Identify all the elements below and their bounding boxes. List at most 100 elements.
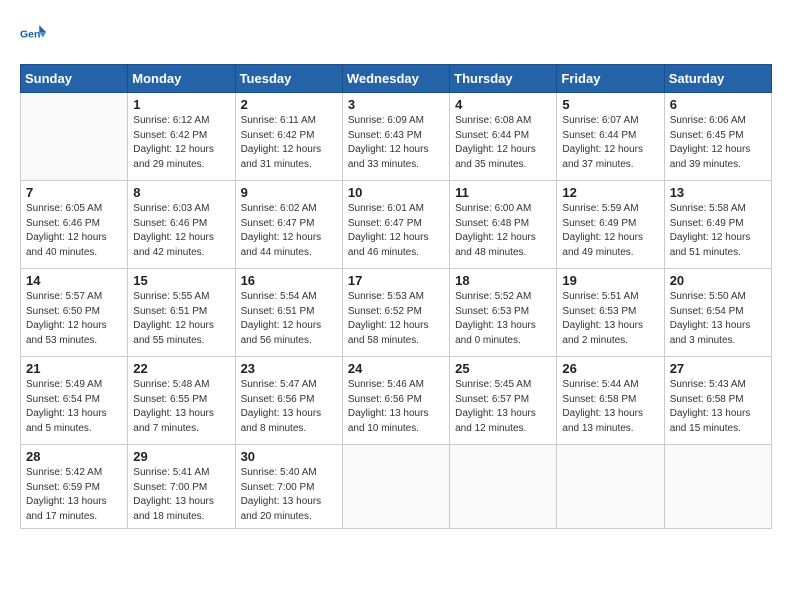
day-info: Sunrise: 5:45 AM Sunset: 6:57 PM Dayligh… xyxy=(455,378,551,436)
calendar-cell: 28 Sunrise: 5:42 AM Sunset: 6:59 PM Dayli… xyxy=(21,445,128,529)
calendar-cell xyxy=(450,445,557,529)
day-info: Sunrise: 5:49 AM Sunset: 6:54 PM Dayligh… xyxy=(26,378,122,436)
calendar-cell: 25 Sunrise: 5:45 AM Sunset: 6:57 PM Dayli… xyxy=(450,357,557,445)
day-number: 16 xyxy=(241,273,337,288)
day-number: 25 xyxy=(455,361,551,376)
day-number: 3 xyxy=(348,97,444,112)
calendar-cell: 12 Sunrise: 5:59 AM Sunset: 6:49 PM Dayli… xyxy=(557,181,664,269)
day-number: 22 xyxy=(133,361,229,376)
calendar-cell: 9 Sunrise: 6:02 AM Sunset: 6:47 PM Daylig… xyxy=(235,181,342,269)
calendar-cell xyxy=(664,445,771,529)
day-info: Sunrise: 6:05 AM Sunset: 6:46 PM Dayligh… xyxy=(26,202,122,260)
day-info: Sunrise: 5:44 AM Sunset: 6:58 PM Dayligh… xyxy=(562,378,658,436)
calendar-cell: 2 Sunrise: 6:11 AM Sunset: 6:42 PM Daylig… xyxy=(235,93,342,181)
day-info: Sunrise: 5:53 AM Sunset: 6:52 PM Dayligh… xyxy=(348,290,444,348)
day-info: Sunrise: 5:42 AM Sunset: 6:59 PM Dayligh… xyxy=(26,466,122,524)
day-number: 14 xyxy=(26,273,122,288)
day-number: 7 xyxy=(26,185,122,200)
day-info: Sunrise: 6:11 AM Sunset: 6:42 PM Dayligh… xyxy=(241,114,337,172)
day-info: Sunrise: 6:03 AM Sunset: 6:46 PM Dayligh… xyxy=(133,202,229,260)
day-number: 13 xyxy=(670,185,766,200)
day-number: 26 xyxy=(562,361,658,376)
calendar-table: SundayMondayTuesdayWednesdayThursdayFrid… xyxy=(20,64,772,529)
col-header-saturday: Saturday xyxy=(664,65,771,93)
calendar-cell: 17 Sunrise: 5:53 AM Sunset: 6:52 PM Dayli… xyxy=(342,269,449,357)
day-number: 18 xyxy=(455,273,551,288)
day-number: 23 xyxy=(241,361,337,376)
calendar-cell: 6Sunrise: 6:06 AM Sunset: 6:45 PM Daylig… xyxy=(664,93,771,181)
calendar-cell: 22 Sunrise: 5:48 AM Sunset: 6:55 PM Dayli… xyxy=(128,357,235,445)
calendar-cell: 19 Sunrise: 5:51 AM Sunset: 6:53 PM Dayli… xyxy=(557,269,664,357)
calendar-cell: 27 Sunrise: 5:43 AM Sunset: 6:58 PM Dayli… xyxy=(664,357,771,445)
calendar-cell: 11 Sunrise: 6:00 AM Sunset: 6:48 PM Dayli… xyxy=(450,181,557,269)
day-number: 5 xyxy=(562,97,658,112)
day-info: Sunrise: 5:40 AM Sunset: 7:00 PM Dayligh… xyxy=(241,466,337,524)
calendar-cell: 26 Sunrise: 5:44 AM Sunset: 6:58 PM Dayli… xyxy=(557,357,664,445)
day-number: 11 xyxy=(455,185,551,200)
day-info: Sunrise: 5:47 AM Sunset: 6:56 PM Dayligh… xyxy=(241,378,337,436)
day-number: 20 xyxy=(670,273,766,288)
day-info: Sunrise: 5:55 AM Sunset: 6:51 PM Dayligh… xyxy=(133,290,229,348)
day-number: 28 xyxy=(26,449,122,464)
day-info: Sunrise: 5:57 AM Sunset: 6:50 PM Dayligh… xyxy=(26,290,122,348)
day-info: Sunrise: 6:00 AM Sunset: 6:48 PM Dayligh… xyxy=(455,202,551,260)
day-number: 21 xyxy=(26,361,122,376)
day-number: 8 xyxy=(133,185,229,200)
calendar-cell: 1 Sunrise: 6:12 AM Sunset: 6:42 PM Daylig… xyxy=(128,93,235,181)
day-number: 29 xyxy=(133,449,229,464)
day-info: Sunrise: 6:07 AM Sunset: 6:44 PM Dayligh… xyxy=(562,114,658,172)
calendar-cell: 3Sunrise: 6:09 AM Sunset: 6:43 PM Daylig… xyxy=(342,93,449,181)
day-info: Sunrise: 5:59 AM Sunset: 6:49 PM Dayligh… xyxy=(562,202,658,260)
day-info: Sunrise: 5:48 AM Sunset: 6:55 PM Dayligh… xyxy=(133,378,229,436)
calendar-cell: 16 Sunrise: 5:54 AM Sunset: 6:51 PM Dayli… xyxy=(235,269,342,357)
day-info: Sunrise: 5:51 AM Sunset: 6:53 PM Dayligh… xyxy=(562,290,658,348)
calendar-cell: 7 Sunrise: 6:05 AM Sunset: 6:46 PM Daylig… xyxy=(21,181,128,269)
col-header-wednesday: Wednesday xyxy=(342,65,449,93)
calendar-cell: 15Sunrise: 5:55 AM Sunset: 6:51 PM Dayli… xyxy=(128,269,235,357)
day-info: Sunrise: 5:52 AM Sunset: 6:53 PM Dayligh… xyxy=(455,290,551,348)
day-number: 30 xyxy=(241,449,337,464)
page-header: Gen xyxy=(20,20,772,48)
svg-text:Gen: Gen xyxy=(20,29,40,41)
logo: Gen xyxy=(20,20,52,48)
day-info: Sunrise: 6:06 AM Sunset: 6:45 PM Dayligh… xyxy=(670,114,766,172)
calendar-cell: 23 Sunrise: 5:47 AM Sunset: 6:56 PM Dayli… xyxy=(235,357,342,445)
day-info: Sunrise: 5:41 AM Sunset: 7:00 PM Dayligh… xyxy=(133,466,229,524)
col-header-sunday: Sunday xyxy=(21,65,128,93)
col-header-friday: Friday xyxy=(557,65,664,93)
calendar-cell: 13 Sunrise: 5:58 AM Sunset: 6:49 PM Dayli… xyxy=(664,181,771,269)
day-info: Sunrise: 6:12 AM Sunset: 6:42 PM Dayligh… xyxy=(133,114,229,172)
day-number: 10 xyxy=(348,185,444,200)
day-info: Sunrise: 5:50 AM Sunset: 6:54 PM Dayligh… xyxy=(670,290,766,348)
calendar-cell: 4 Sunrise: 6:08 AM Sunset: 6:44 PM Daylig… xyxy=(450,93,557,181)
calendar-cell: 14 Sunrise: 5:57 AM Sunset: 6:50 PM Dayli… xyxy=(21,269,128,357)
day-number: 24 xyxy=(348,361,444,376)
calendar-cell: 21 Sunrise: 5:49 AM Sunset: 6:54 PM Dayli… xyxy=(21,357,128,445)
calendar-cell: 20 Sunrise: 5:50 AM Sunset: 6:54 PM Dayli… xyxy=(664,269,771,357)
day-info: Sunrise: 6:01 AM Sunset: 6:47 PM Dayligh… xyxy=(348,202,444,260)
calendar-cell: 24 Sunrise: 5:46 AM Sunset: 6:56 PM Dayli… xyxy=(342,357,449,445)
logo-icon: Gen xyxy=(20,20,48,48)
day-number: 1 xyxy=(133,97,229,112)
day-info: Sunrise: 6:02 AM Sunset: 6:47 PM Dayligh… xyxy=(241,202,337,260)
day-info: Sunrise: 5:58 AM Sunset: 6:49 PM Dayligh… xyxy=(670,202,766,260)
day-number: 27 xyxy=(670,361,766,376)
calendar-cell: 10 Sunrise: 6:01 AM Sunset: 6:47 PM Dayli… xyxy=(342,181,449,269)
day-number: 17 xyxy=(348,273,444,288)
calendar-cell: 5 Sunrise: 6:07 AM Sunset: 6:44 PM Daylig… xyxy=(557,93,664,181)
day-info: Sunrise: 6:08 AM Sunset: 6:44 PM Dayligh… xyxy=(455,114,551,172)
day-info: Sunrise: 5:43 AM Sunset: 6:58 PM Dayligh… xyxy=(670,378,766,436)
day-number: 9 xyxy=(241,185,337,200)
day-number: 2 xyxy=(241,97,337,112)
calendar-cell xyxy=(342,445,449,529)
day-number: 4 xyxy=(455,97,551,112)
day-info: Sunrise: 5:46 AM Sunset: 6:56 PM Dayligh… xyxy=(348,378,444,436)
day-number: 19 xyxy=(562,273,658,288)
calendar-cell: 30 Sunrise: 5:40 AM Sunset: 7:00 PM Dayli… xyxy=(235,445,342,529)
calendar-cell xyxy=(557,445,664,529)
calendar-cell: 29 Sunrise: 5:41 AM Sunset: 7:00 PM Dayli… xyxy=(128,445,235,529)
calendar-cell: 18 Sunrise: 5:52 AM Sunset: 6:53 PM Dayli… xyxy=(450,269,557,357)
day-number: 12 xyxy=(562,185,658,200)
day-info: Sunrise: 5:54 AM Sunset: 6:51 PM Dayligh… xyxy=(241,290,337,348)
col-header-monday: Monday xyxy=(128,65,235,93)
